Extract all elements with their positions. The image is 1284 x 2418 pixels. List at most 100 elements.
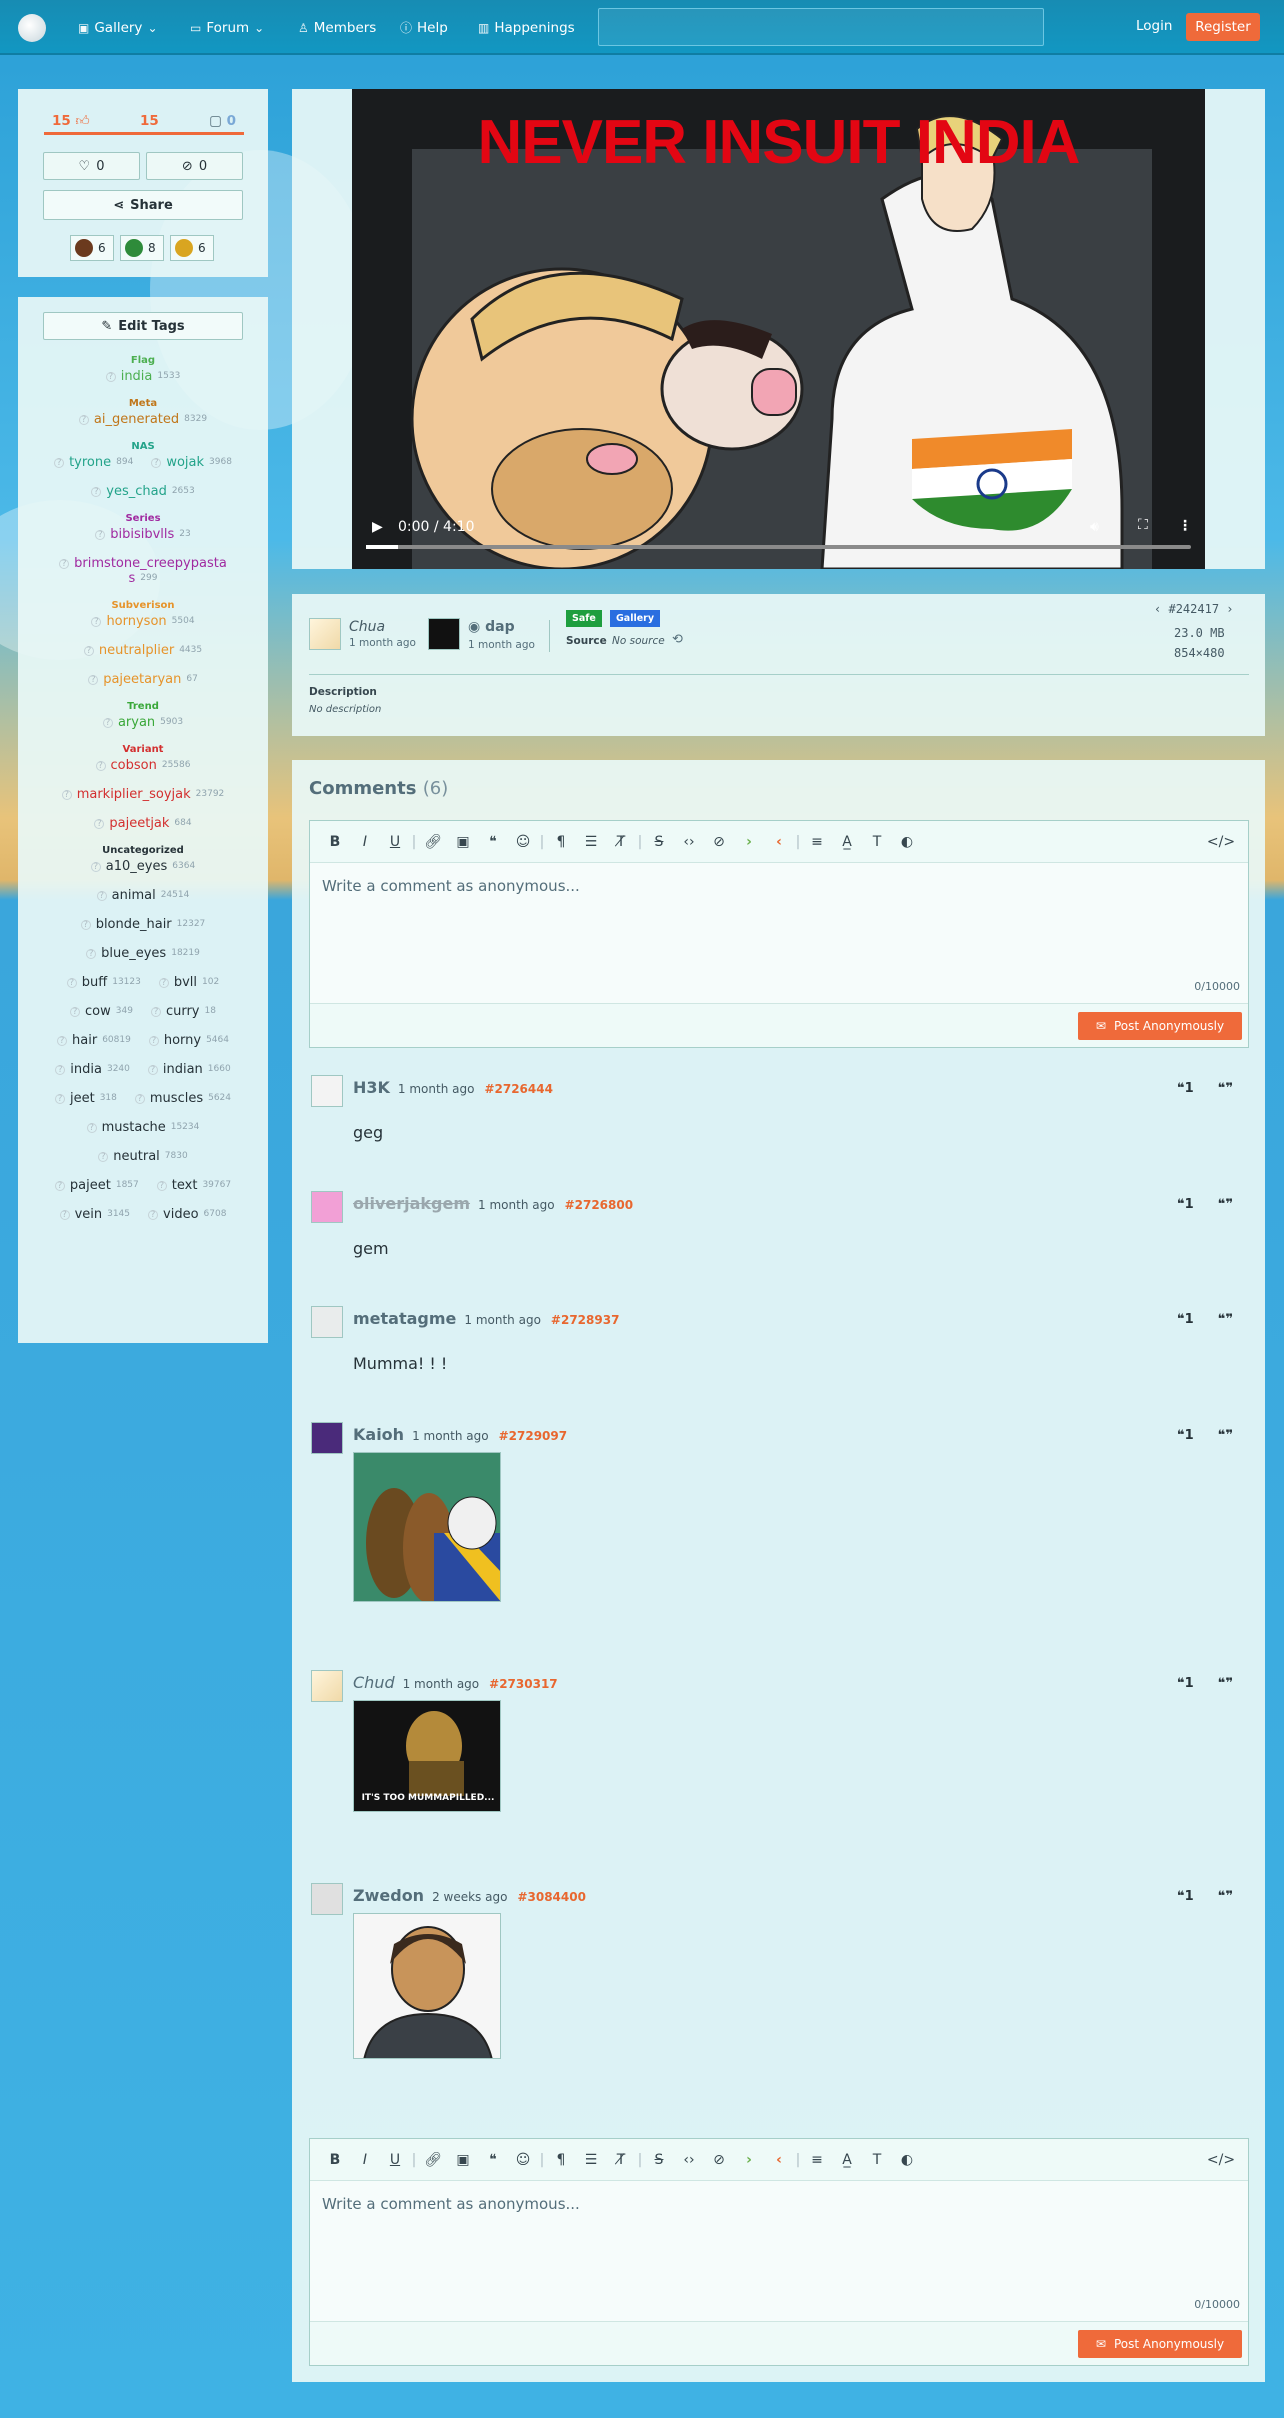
tag-link[interactable]: ? blue_eyes 18219 [86, 946, 200, 961]
comment-avatar[interactable] [311, 1422, 343, 1454]
font-size-icon[interactable]: T [862, 834, 892, 850]
tag-help-icon[interactable]: ? [57, 1035, 68, 1046]
tag-help-icon[interactable]: ? [98, 1151, 109, 1162]
tag-link[interactable]: ? animal 24514 [96, 888, 189, 903]
comment-textarea[interactable]: Write a comment as anonymous... 0/10000 [310, 863, 1248, 1003]
tag-help-icon[interactable]: ? [134, 1093, 145, 1104]
tag-link[interactable]: ? india 3240 [55, 1062, 130, 1077]
tag-help-icon[interactable]: ? [86, 1122, 97, 1133]
spoiler-icon[interactable]: ⊘ [704, 834, 734, 850]
tag-link[interactable]: ? a10_eyes 6364 [90, 859, 195, 874]
tag-link[interactable]: ? ai_generated 8329 [78, 412, 207, 427]
bold-icon[interactable]: B [320, 2152, 350, 2168]
tag-link[interactable]: ? text 39767 [156, 1178, 231, 1193]
orangetext-icon[interactable]: ‹ [764, 834, 794, 850]
tag-help-icon[interactable]: ? [66, 977, 77, 988]
uploader-name[interactable]: Chua [349, 619, 385, 635]
tag-help-icon[interactable]: ? [54, 457, 65, 468]
text-color-icon[interactable]: A̲ [832, 2152, 862, 2168]
greentext-icon[interactable]: › [734, 2152, 764, 2168]
tag-link[interactable]: ? vein 3145 [59, 1207, 130, 1222]
paragraph-icon[interactable]: ¶ [546, 834, 576, 850]
tag-help-icon[interactable]: ? [55, 1064, 66, 1075]
upvote-button[interactable]: 15 👍︎ [52, 112, 90, 129]
text-color-icon[interactable]: A̲ [832, 834, 862, 850]
tag-link[interactable]: ? bvll 102 [158, 975, 219, 990]
source-code-icon[interactable]: </> [1206, 834, 1236, 850]
play-icon[interactable]: ▶ [372, 519, 383, 535]
strikethrough-icon[interactable]: S [644, 2152, 674, 2168]
tag-link[interactable]: ? horny 5464 [148, 1033, 229, 1048]
tag-help-icon[interactable]: ? [148, 1035, 159, 1046]
share-button[interactable]: ⋖ Share [43, 190, 243, 220]
tag-help-icon[interactable]: ? [86, 948, 97, 959]
tag-help-icon[interactable]: ? [96, 890, 107, 901]
nav-happenings[interactable]: ▥ Happenings [478, 0, 575, 55]
tag-link[interactable]: ? wojak 3968 [151, 455, 232, 470]
tag-help-icon[interactable]: ? [88, 674, 99, 685]
tag-help-icon[interactable]: ? [59, 1209, 70, 1220]
post-anonymously-button[interactable]: ✉ Post Anonymously [1078, 2330, 1242, 2358]
tag-help-icon[interactable]: ? [102, 717, 113, 728]
tag-link[interactable]: ? cow 349 [70, 1004, 133, 1019]
nav-members[interactable]: ♙ Members [298, 0, 376, 55]
nav-help[interactable]: ⓘ Help [400, 0, 448, 55]
comment-image[interactable]: IT'S TOO MUMMAPILLED... [353, 1700, 501, 1812]
quote-icon[interactable]: ❝❞ [1218, 1428, 1233, 1443]
tag-link[interactable]: ? neutralplier 4435 [83, 643, 202, 658]
quote-icon[interactable]: ❝❞ [1218, 1081, 1233, 1096]
quote-icon[interactable]: ❝❞ [1218, 1889, 1233, 1904]
comment-author[interactable]: H3K [353, 1078, 390, 1097]
tag-link[interactable]: ? buff 13123 [66, 975, 141, 990]
quote-icon[interactable]: ❝ [478, 2152, 508, 2168]
align-icon[interactable]: ≡ [802, 834, 832, 850]
section-badge[interactable]: Gallery [610, 610, 661, 627]
comment-avatar[interactable] [311, 1670, 343, 1702]
tag-help-icon[interactable]: ? [78, 414, 89, 425]
quote-icon[interactable]: ❝❞ [1218, 1676, 1233, 1691]
nav-gallery[interactable]: ▣ Gallery ⌄ [78, 0, 158, 55]
tag-link[interactable]: ? pajeet 1857 [54, 1178, 139, 1193]
post-anonymously-button[interactable]: ✉ Post Anonymously [1078, 1012, 1242, 1040]
tag-help-icon[interactable]: ? [59, 558, 70, 569]
palette-icon[interactable]: ◐ [892, 2152, 922, 2168]
fullscreen-icon[interactable]: ⛶ [1138, 517, 1148, 533]
tag-help-icon[interactable]: ? [95, 529, 106, 540]
palette-icon[interactable]: ◐ [892, 834, 922, 850]
tag-help-icon[interactable]: ? [148, 1209, 159, 1220]
comment-avatar[interactable] [311, 1191, 343, 1223]
tag-link[interactable]: ? markiplier_soyjak 23792 [61, 787, 224, 802]
login-link[interactable]: Login [1136, 18, 1172, 34]
comment-author[interactable]: metatagme [353, 1309, 456, 1328]
bold-icon[interactable]: B [320, 834, 350, 850]
quote-icon[interactable]: ❝❞ [1218, 1312, 1233, 1327]
reply-quote-icon[interactable]: ❝1 [1177, 1081, 1194, 1096]
uploader-avatar[interactable] [309, 618, 341, 650]
comment-id-link[interactable]: #2726444 [484, 1082, 553, 1096]
more-options-icon[interactable]: ⋮ [1178, 518, 1192, 534]
code-icon[interactable]: ‹› [674, 2152, 704, 2168]
tag-link[interactable]: ? blonde_hair 12327 [80, 917, 205, 932]
tag-help-icon[interactable]: ? [91, 486, 102, 497]
comment-author[interactable]: Zwedon [353, 1886, 424, 1905]
tag-link[interactable]: ? yes_chad 2653 [91, 484, 195, 499]
video-progress-bar[interactable] [366, 545, 1191, 549]
tag-link[interactable]: ? tyrone 894 [54, 455, 133, 470]
tag-help-icon[interactable]: ? [147, 1064, 158, 1075]
reply-quote-icon[interactable]: ❝1 [1177, 1428, 1194, 1443]
paragraph-icon[interactable]: ¶ [546, 2152, 576, 2168]
hide-button[interactable]: ⊘ 0 [146, 152, 243, 180]
tag-help-icon[interactable]: ? [80, 919, 91, 930]
reply-quote-icon[interactable]: ❝1 [1177, 1197, 1194, 1212]
image-icon[interactable]: ▣ [448, 834, 478, 850]
register-button[interactable]: Register [1186, 13, 1260, 41]
tag-help-icon[interactable]: ? [54, 1180, 65, 1191]
tag-link[interactable]: ? curry 18 [150, 1004, 216, 1019]
code-icon[interactable]: ‹› [674, 834, 704, 850]
list-icon[interactable]: ☰ [576, 834, 606, 850]
tag-link[interactable]: ? neutral 7830 [98, 1149, 188, 1164]
emoji-icon[interactable]: ☺ [508, 834, 538, 850]
tag-help-icon[interactable]: ? [105, 371, 116, 382]
chevron-left-icon[interactable]: ‹ [1154, 602, 1161, 616]
quote-icon[interactable]: ❝ [478, 834, 508, 850]
